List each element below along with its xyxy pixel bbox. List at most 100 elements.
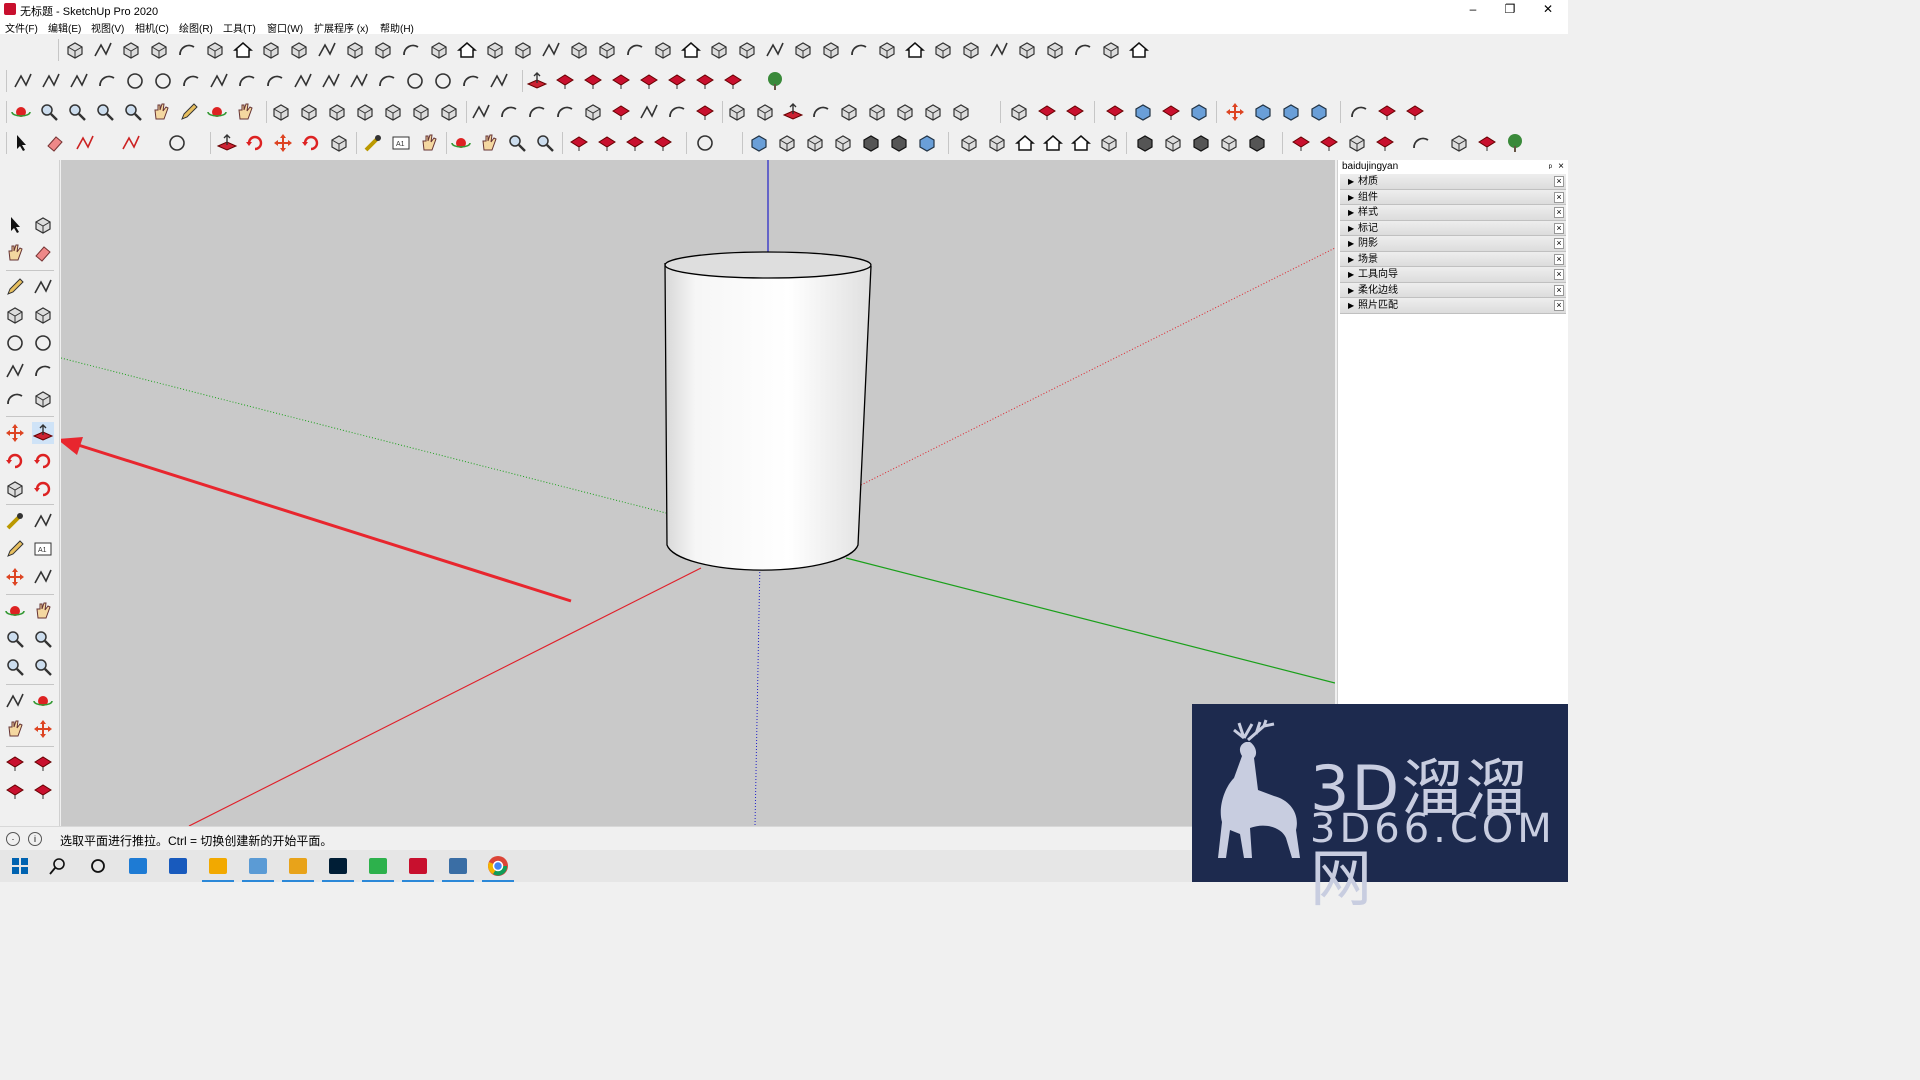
row1-tool-26-icon[interactable] [764,39,786,61]
ext-tool-icon[interactable] [1476,132,1498,154]
curve-tool-8-icon[interactable] [208,70,230,92]
tray-panel[interactable]: ▶ 样式 × [1340,205,1566,221]
row1-tool-35-icon[interactable] [1016,39,1038,61]
axes-icon[interactable] [4,566,26,588]
follow-me-tool-icon[interactable] [244,132,266,154]
row1-tool-23-icon[interactable] [680,39,702,61]
row1-tool-25-icon[interactable] [736,39,758,61]
tray-panel[interactable]: ▶ 标记 × [1340,220,1566,236]
style-tool-6-icon[interactable] [888,132,910,154]
row1-tool-24-icon[interactable] [708,39,730,61]
solid-tool-icon[interactable] [1448,132,1470,154]
section-plane-icon[interactable] [32,718,54,740]
plugin-tool-1-icon[interactable] [1008,101,1030,123]
standard-view-3-icon[interactable] [1014,132,1036,154]
row1-tool-32-icon[interactable] [932,39,954,61]
scale-icon[interactable] [4,478,26,500]
menu-extensions[interactable]: 扩展程序 (x) [314,20,368,35]
expand-triangle-icon[interactable]: ▶ [1348,205,1358,220]
warehouse-tool-1-icon[interactable] [568,132,590,154]
section-tool-2-icon[interactable] [298,101,320,123]
rotate-icon[interactable] [4,450,26,472]
style-tool-1-icon[interactable] [748,132,770,154]
file-explorer-icon[interactable] [126,854,150,878]
row1-tool-22-icon[interactable] [652,39,674,61]
tray-panel-close-icon[interactable]: × [1554,222,1564,234]
arc-icon[interactable] [4,360,26,382]
expand-triangle-icon[interactable]: ▶ [1348,252,1358,267]
expand-triangle-icon[interactable]: ▶ [1348,267,1358,282]
zoom-icon[interactable] [4,628,26,650]
extra-tool-2-icon[interactable] [754,101,776,123]
tray-panel-close-icon[interactable]: × [1554,191,1564,203]
nav-tool-3-icon[interactable] [506,132,528,154]
extra-tool-3-icon[interactable] [782,101,804,123]
folder-icon[interactable] [286,854,310,878]
pan-icon[interactable] [32,600,54,622]
row1-tool-19-icon[interactable] [568,39,590,61]
word-icon[interactable] [166,854,190,878]
tray-panel[interactable]: ▶ 阴影 × [1340,236,1566,252]
pie-icon[interactable] [32,388,54,410]
move-tool-icon[interactable] [272,132,294,154]
tray-panel-close-icon[interactable]: × [1554,284,1564,296]
menu-window[interactable]: 窗口(W) [267,20,303,35]
curve-tool-13-icon[interactable] [348,70,370,92]
row1-tool-15-icon[interactable] [456,39,478,61]
restore-button[interactable]: ❐ [1492,0,1528,18]
circle-icon[interactable] [4,332,26,354]
style-tool-2-icon[interactable] [776,132,798,154]
curve-tool-2-icon[interactable] [40,70,62,92]
misc-tool-2-icon[interactable] [1376,101,1398,123]
edit-tool-3-icon[interactable] [526,101,548,123]
archive-icon[interactable] [446,854,470,878]
section-tool-5-icon[interactable] [382,101,404,123]
row1-tool-12-icon[interactable] [372,39,394,61]
standard-view-6-icon[interactable] [1098,132,1120,154]
row1-tool-28-icon[interactable] [820,39,842,61]
expand-triangle-icon[interactable]: ▶ [1348,190,1358,205]
tray-panel[interactable]: ▶ 工具向导 × [1340,267,1566,283]
tray-panel[interactable]: ▶ 柔化边线 × [1340,282,1566,298]
edit-tool-5-icon[interactable] [582,101,604,123]
extra-tool-9-icon[interactable] [950,101,972,123]
zoom-window-icon[interactable] [32,628,54,650]
row1-tool-17-icon[interactable] [512,39,534,61]
three-point-arc-icon[interactable] [4,388,26,410]
curve-tool-11-icon[interactable] [292,70,314,92]
eraser-icon[interactable] [32,242,54,264]
polygon-icon[interactable] [32,332,54,354]
select-icon[interactable] [4,214,26,236]
text-tool-icon[interactable]: A1 [390,132,412,154]
tray-panel[interactable]: ▶ 组件 × [1340,189,1566,205]
push-pull-icon[interactable] [32,422,54,444]
row1-tool-31-icon[interactable] [904,39,926,61]
row1-tool-10-icon[interactable] [316,39,338,61]
style-tool-4-icon[interactable] [832,132,854,154]
extra-tool-5-icon[interactable] [838,101,860,123]
row1-tool-9-icon[interactable] [288,39,310,61]
walk-icon[interactable] [4,718,26,740]
tray-panel-close-icon[interactable]: × [1554,269,1564,280]
tray-panel[interactable]: ▶ 场景 × [1340,251,1566,267]
view-tool-2-icon[interactable] [1252,101,1274,123]
curve-tool-3-icon[interactable] [68,70,90,92]
ruby-tool-2-icon[interactable] [1318,132,1340,154]
nav-tool-2-icon[interactable] [478,132,500,154]
expand-triangle-icon[interactable]: ▶ [1348,174,1358,189]
camera-tool-4-icon[interactable] [94,101,116,123]
component-tool-4-icon[interactable] [1218,132,1240,154]
extrude-tool-3-icon[interactable] [582,70,604,92]
extra-tool-4-icon[interactable] [810,101,832,123]
extra-tool-1-icon[interactable] [726,101,748,123]
edit-tool-8-icon[interactable] [666,101,688,123]
tree-tool-icon[interactable] [764,70,786,92]
menu-tools[interactable]: 工具(T) [223,20,256,35]
row1-tool-21-icon[interactable] [624,39,646,61]
curve-tool-10-icon[interactable] [264,70,286,92]
360-icon[interactable] [366,854,390,878]
row1-tool-34-icon[interactable] [988,39,1010,61]
curve-tool-18-icon[interactable] [488,70,510,92]
edit-tool-6-icon[interactable] [610,101,632,123]
scale-tool-icon[interactable] [328,132,350,154]
